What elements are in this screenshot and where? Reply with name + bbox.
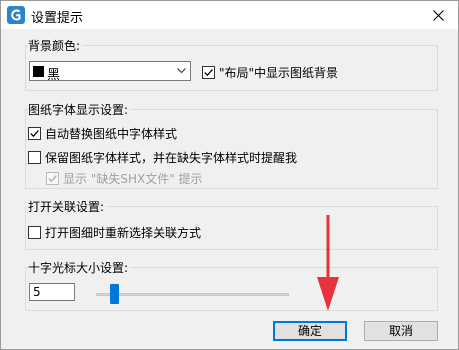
crosshair-size-label: 十字光标大小设置: xyxy=(28,259,131,276)
checkbox-box xyxy=(46,172,59,185)
reselect-association-label: 打开图细时重新选择关联方式 xyxy=(45,226,202,240)
keep-font-style-label: 保留图纸字体样式，并在缺失字体样式时提醒我 xyxy=(45,151,298,165)
show-missing-shx-label: 显示 "缺失SHX文件" 提示 xyxy=(63,172,203,186)
background-color-value: 黑 xyxy=(47,68,61,83)
cancel-button[interactable]: 取消 xyxy=(364,321,438,341)
keep-font-style-checkbox[interactable]: 保留图纸字体样式，并在缺失字体样式时提醒我 xyxy=(28,149,297,166)
auto-replace-font-checkbox[interactable]: 自动替换图纸中字体样式 xyxy=(28,125,177,142)
window-title: 设置提示 xyxy=(31,11,84,26)
layout-background-label: "布局"中显示图纸背景 xyxy=(219,66,339,80)
checkbox-box xyxy=(28,226,41,239)
color-swatch xyxy=(33,66,44,77)
settings-dialog: 设置提示 背景颜色: 黑 "布局"中显示图纸背景 图纸字体显示设置: 自动替换图… xyxy=(0,0,459,350)
background-color-select[interactable]: 黑 xyxy=(29,61,191,83)
close-icon xyxy=(432,9,444,21)
checkmark-icon xyxy=(204,69,213,77)
reselect-association-checkbox[interactable]: 打开图细时重新选择关联方式 xyxy=(28,224,201,241)
title-bar: 设置提示 xyxy=(1,1,458,29)
checkbox-box xyxy=(202,66,215,79)
checkmark-icon xyxy=(48,175,57,183)
checkmark-icon xyxy=(30,130,39,138)
red-arrow-annotation-icon xyxy=(317,215,339,311)
checkbox-box xyxy=(28,151,41,164)
show-missing-shx-checkbox[interactable]: 显示 "缺失SHX文件" 提示 xyxy=(46,170,203,187)
auto-replace-font-label: 自动替换图纸中字体样式 xyxy=(45,127,178,141)
app-logo-icon xyxy=(7,6,25,24)
background-color-label: 背景颜色: xyxy=(28,37,83,54)
association-label: 打开关联设置: xyxy=(28,198,107,215)
close-button[interactable] xyxy=(418,1,458,29)
checkbox-box xyxy=(28,127,41,140)
font-display-label: 图纸字体显示设置: xyxy=(28,101,131,118)
crosshair-size-slider-track[interactable] xyxy=(96,293,289,296)
chevron-down-icon xyxy=(173,62,190,80)
ok-button[interactable]: 确定 xyxy=(273,321,347,341)
crosshair-size-input[interactable] xyxy=(29,283,75,301)
layout-background-checkbox[interactable]: "布局"中显示图纸背景 xyxy=(202,64,338,81)
crosshair-size-slider-thumb[interactable] xyxy=(109,284,119,304)
